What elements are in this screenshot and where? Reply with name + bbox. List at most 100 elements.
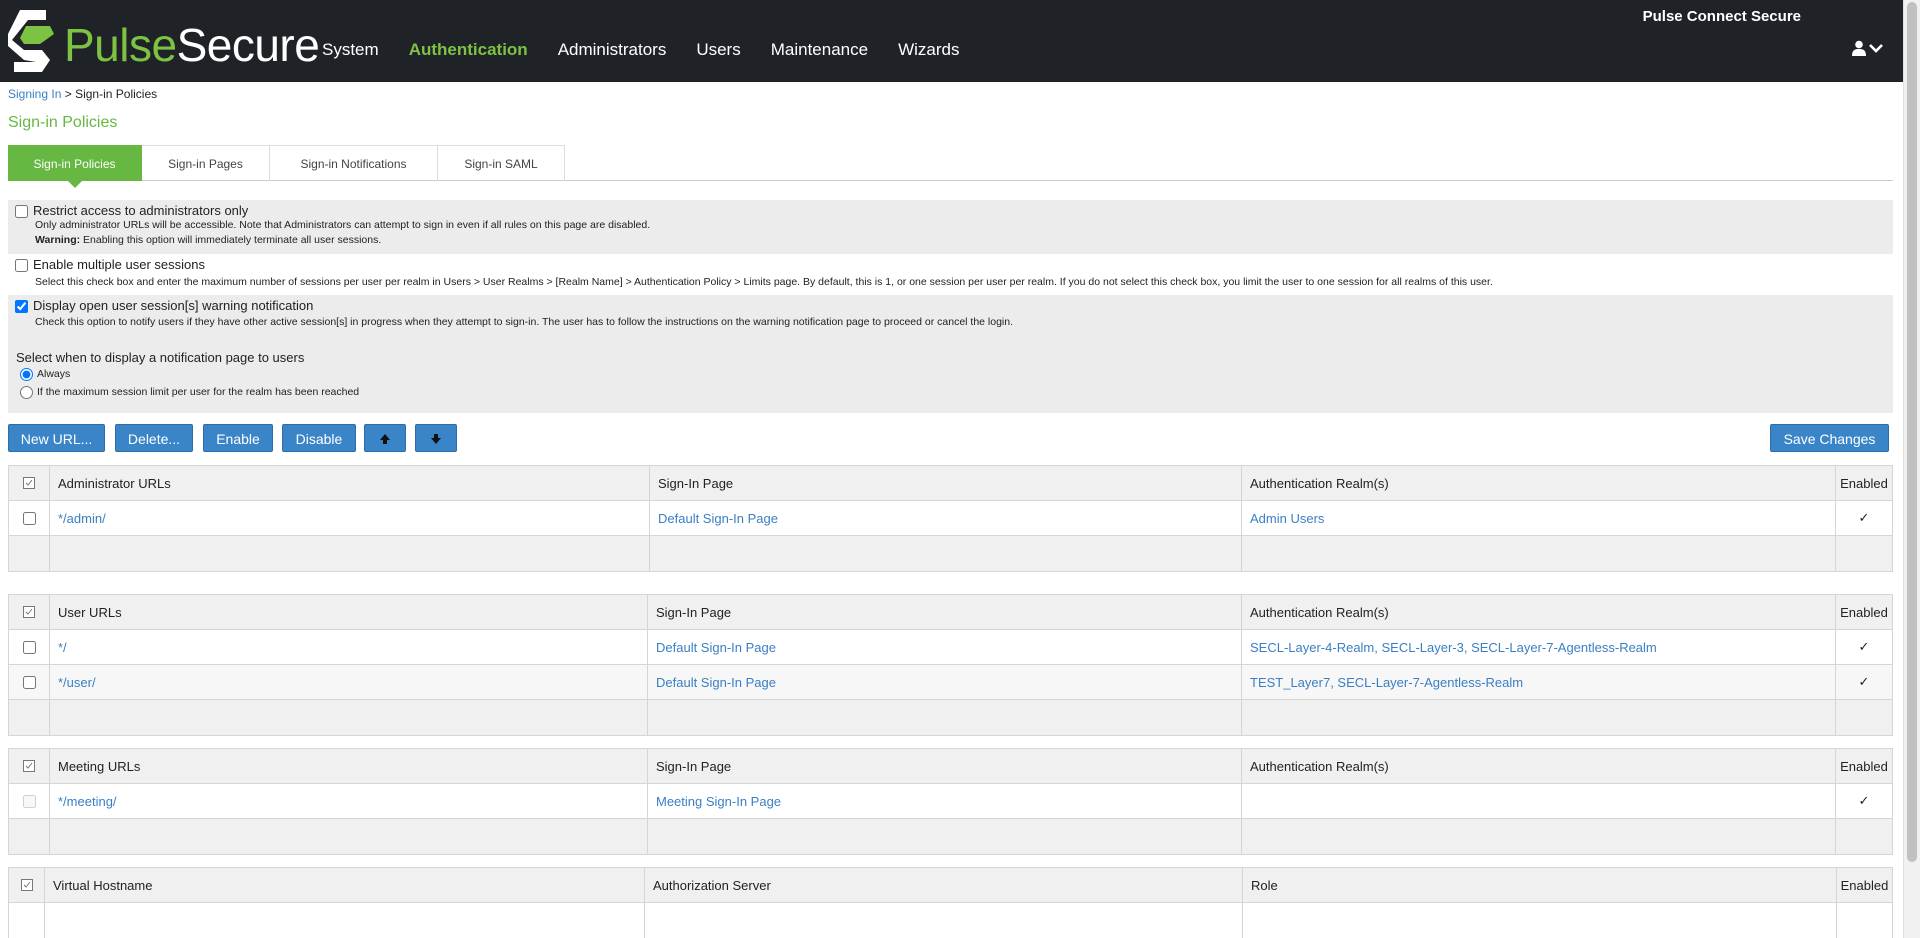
new-url-button[interactable]: New URL... (8, 424, 105, 452)
row-checkbox[interactable] (22, 640, 36, 654)
option-multiple-sessions: Enable multiple user sessions Select thi… (8, 254, 1893, 295)
enable-button[interactable]: Enable (203, 424, 273, 452)
url-link[interactable]: */ (58, 640, 67, 655)
disable-button[interactable]: Disable (282, 424, 356, 452)
header-enabled: Enabled (1840, 475, 1888, 491)
move-down-button[interactable] (415, 424, 457, 452)
table-row: */ Default Sign-In Page SECL-Layer-4-Rea… (9, 630, 1892, 665)
enabled-check: ✓ (1858, 793, 1870, 808)
table-header: User URLs Sign-In Page Authentication Re… (9, 595, 1892, 630)
admin-urls-table: Administrator URLs Sign-In Page Authenti… (8, 465, 1893, 572)
warning-notification-checkbox[interactable] (15, 300, 28, 313)
nav-authentication[interactable]: Authentication (409, 40, 528, 60)
move-up-button[interactable] (364, 424, 406, 452)
main-nav: System Authentication Administrators Use… (322, 40, 989, 60)
header-realms: Authentication Realm(s) (1242, 595, 1836, 629)
table-header: Meeting URLs Sign-In Page Authentication… (9, 749, 1892, 784)
header-sign-in-page: Sign-In Page (648, 749, 1242, 783)
user-urls-table: User URLs Sign-In Page Authentication Re… (8, 594, 1893, 736)
table-header: Administrator URLs Sign-In Page Authenti… (9, 466, 1892, 501)
breadcrumb-signing-in[interactable]: Signing In (8, 87, 61, 101)
multiple-sessions-label: Enable multiple user sessions (33, 256, 205, 272)
realm-link[interactable]: SECL-Layer-4-Realm, SECL-Layer-3, SECL-L… (1250, 640, 1657, 655)
multiple-sessions-desc: Select this check box and enter the maxi… (35, 276, 1493, 288)
breadcrumb: Signing In > Sign-in Policies (8, 87, 157, 101)
option-warning-notification: Display open user session[s] warning not… (8, 295, 1893, 413)
warning-notification-label: Display open user session[s] warning not… (33, 297, 314, 313)
table-row: */admin/ Default Sign-In Page Admin User… (9, 501, 1892, 536)
url-link[interactable]: */admin/ (58, 511, 106, 526)
table-row: */user/ Default Sign-In Page TEST_Layer7… (9, 665, 1892, 700)
restrict-admin-desc: Only administrator URLs will be accessib… (35, 219, 651, 231)
header-role: Role (1243, 868, 1837, 902)
nav-administrators[interactable]: Administrators (558, 40, 667, 60)
nav-maintenance[interactable]: Maintenance (771, 40, 868, 60)
user-icon (1852, 40, 1866, 56)
breadcrumb-separator: > (64, 87, 72, 101)
sign-in-page-link[interactable]: Default Sign-In Page (656, 640, 776, 655)
sign-in-page-link[interactable]: Default Sign-In Page (656, 675, 776, 690)
select-all-cell[interactable] (9, 749, 50, 783)
brand-secure: Secure (176, 19, 320, 71)
row-checkbox[interactable] (22, 675, 36, 689)
restrict-admin-checkbox[interactable] (15, 205, 28, 218)
delete-button[interactable]: Delete... (115, 424, 193, 452)
select-all-cell[interactable] (9, 868, 45, 902)
header-authorization-server: Authorization Server (645, 868, 1243, 902)
tab-sign-in-saml[interactable]: Sign-in SAML (438, 145, 565, 181)
user-menu[interactable] (1851, 40, 1883, 56)
page-title: Sign-in Policies (8, 114, 118, 131)
row-checkbox (22, 794, 36, 808)
table-header: Virtual Hostname Authorization Server Ro… (9, 868, 1892, 903)
notify-always-radio[interactable] (20, 367, 33, 381)
tab-sign-in-policies[interactable]: Sign-in Policies (8, 145, 142, 188)
warning-text: Enabling this option will immediately te… (83, 234, 382, 246)
product-name: Pulse Connect Secure (1642, 8, 1801, 25)
notify-always-label: Always (37, 368, 71, 380)
select-all-cell[interactable] (9, 466, 50, 500)
notify-limit-label: If the maximum session limit per user fo… (37, 386, 360, 398)
scrollbar-thumb[interactable] (1907, 2, 1917, 862)
row-checkbox[interactable] (22, 511, 36, 525)
restrict-admin-label: Restrict access to administrators only (33, 202, 249, 218)
header-virtual-hostname: Virtual Hostname (45, 868, 645, 902)
header-url: Meeting URLs (50, 749, 648, 783)
sign-in-page-link[interactable]: Meeting Sign-In Page (656, 794, 781, 809)
enabled-check: ✓ (1858, 510, 1870, 525)
page-scrollbar[interactable] (1903, 0, 1920, 938)
top-header: PulseSecure System Authentication Admini… (0, 0, 1903, 82)
virtual-hostname-table: Virtual Hostname Authorization Server Ro… (8, 867, 1893, 938)
header-sign-in-page: Sign-In Page (650, 466, 1242, 500)
nav-system[interactable]: System (322, 40, 379, 60)
empty-row (9, 903, 1892, 938)
realm-link[interactable]: Admin Users (1250, 511, 1324, 526)
warning-notification-desc: Check this option to notify users if the… (35, 316, 1014, 328)
header-enabled: Enabled (1840, 604, 1888, 620)
header-url: User URLs (50, 595, 648, 629)
notify-when-label: Select when to display a notification pa… (16, 350, 305, 365)
restrict-admin-warning: Warning: Enabling this option will immed… (12, 233, 1889, 248)
warning-label: Warning: (35, 234, 81, 246)
header-enabled: Enabled (1840, 877, 1889, 893)
arrow-up-icon (380, 434, 390, 444)
save-changes-button[interactable]: Save Changes (1770, 424, 1889, 452)
chevron-down-icon (1869, 44, 1883, 53)
header-realms: Authentication Realm(s) (1242, 466, 1836, 500)
multiple-sessions-checkbox[interactable] (15, 259, 28, 272)
nav-wizards[interactable]: Wizards (898, 40, 959, 60)
sign-in-options: Restrict access to administrators only O… (8, 200, 1893, 413)
select-all-cell[interactable] (9, 595, 50, 629)
nav-users[interactable]: Users (696, 40, 740, 60)
tab-sign-in-pages[interactable]: Sign-in Pages (142, 145, 270, 181)
empty-row (9, 819, 1892, 854)
url-link[interactable]: */user/ (58, 675, 96, 690)
option-restrict-admin: Restrict access to administrators only O… (8, 200, 1893, 254)
sign-in-page-link[interactable]: Default Sign-In Page (658, 511, 778, 526)
select-all-icon (23, 606, 35, 618)
notify-limit-radio[interactable] (20, 385, 33, 399)
tab-sign-in-notifications[interactable]: Sign-in Notifications (270, 145, 438, 181)
header-url: Administrator URLs (50, 466, 650, 500)
url-link[interactable]: */meeting/ (58, 794, 117, 809)
header-enabled: Enabled (1840, 758, 1888, 774)
realm-link[interactable]: TEST_Layer7, SECL-Layer-7-Agentless-Real… (1250, 675, 1523, 690)
